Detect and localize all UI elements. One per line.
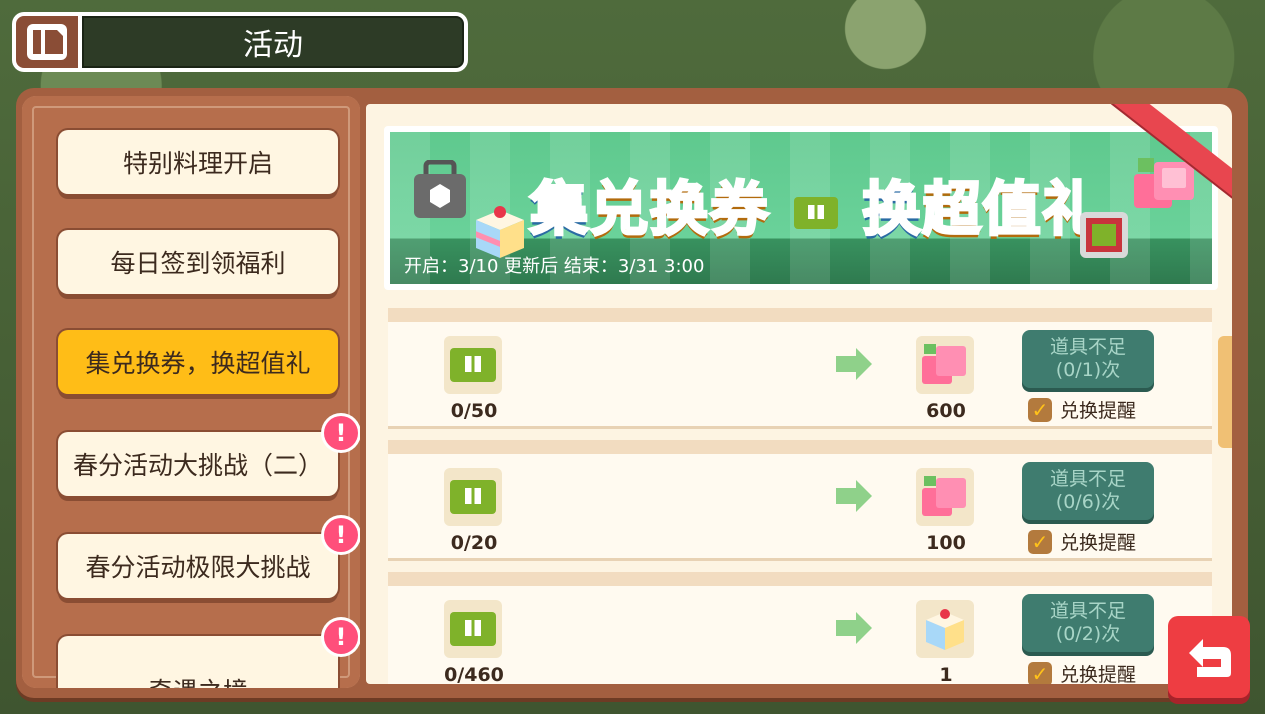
reward-quantity: 600 (926, 400, 966, 422)
page-title: 活动 (82, 16, 464, 68)
banner-title-part: 换 (861, 174, 923, 245)
exchange-row: 0/460 1 道具不足 (0/2)次 ✓ 兑换提醒 (388, 572, 1212, 684)
activity-sidebar[interactable]: 特别料理开启 每日签到领福利 集兑换券，换超值礼 春分活动大挑战（二） ! 春分… (22, 96, 360, 688)
book-icon (27, 24, 67, 60)
rainbow-cake-icon (926, 609, 964, 650)
sidebar-item-label: 春分活动大挑战（二） (72, 451, 323, 480)
remind-toggle[interactable]: ✓ 兑换提醒 (1028, 396, 1136, 423)
pink-cube-icon (922, 476, 966, 516)
exchange-button[interactable]: 道具不足 (0/2)次 (1022, 594, 1154, 652)
reward-tile (916, 468, 974, 526)
checkbox-checked-icon[interactable]: ✓ (1028, 397, 1052, 422)
remind-label: 兑换提醒 (1060, 400, 1137, 422)
coupon-icon (794, 196, 839, 229)
back-button[interactable] (1168, 616, 1250, 698)
sidebar-item-wonderland[interactable]: 奇遇之境 ! (58, 620, 358, 688)
cost-quantity: 0/20 (450, 532, 498, 554)
arrow-icon (836, 348, 872, 380)
coupon-icon (450, 348, 496, 382)
coupon-icon (450, 612, 496, 646)
pink-cube-icon (922, 344, 966, 384)
sidebar-item-label: 每日签到领福利 (110, 249, 286, 278)
coupon-icon (450, 480, 496, 514)
sidebar-item-label: 特别料理开启 (122, 149, 273, 178)
event-date: 开启：3/10 更新后 结束：3/31 3:00 (404, 256, 705, 277)
lock-bag-icon (414, 160, 466, 218)
exchange-button-count: (0/2)次 (1055, 623, 1121, 645)
alert-badge: ! (324, 416, 358, 450)
reward-quantity: 100 (926, 532, 966, 554)
remind-label: 兑换提醒 (1060, 532, 1137, 554)
exchange-button-line: 道具不足 (1049, 600, 1126, 622)
exchange-button-line: 道具不足 (1049, 336, 1126, 358)
alert-badge: ! (324, 620, 358, 654)
menu-button[interactable] (16, 16, 78, 68)
exchange-row: 0/20 100 道具不足 (0/6)次 ✓ 兑换提醒 (388, 440, 1212, 558)
sidebar-item-label: 集兑换券，换超值礼 (85, 349, 311, 378)
banner-title-part: 超值礼 (921, 174, 1103, 245)
gift-box-icon (1080, 212, 1128, 258)
alert-badge: ! (324, 518, 358, 552)
sidebar-item-spring-challenge-2[interactable]: 春分活动大挑战（二） ! (58, 416, 358, 496)
content-panel[interactable]: 集兑换券 换超值礼 开启：3/10 更新后 结束：3/31 3:00 0/50 … (366, 104, 1232, 684)
reward-tile (916, 600, 974, 658)
title-bar: 活动 (12, 12, 468, 72)
cost-tile (444, 468, 502, 526)
sidebar-item-special-cooking[interactable]: 特别料理开启 (58, 130, 338, 194)
banner-title: 集兑换券 换超值礼 (528, 162, 1103, 246)
exchange-button-line: 道具不足 (1049, 468, 1126, 490)
remind-label: 兑换提醒 (1060, 664, 1137, 684)
exchange-row: 0/50 600 道具不足 (0/1)次 ✓ 兑换提醒 (388, 308, 1212, 426)
reward-tile (916, 336, 974, 394)
checkbox-checked-icon[interactable]: ✓ (1028, 529, 1052, 554)
scrollbar-handle[interactable] (1218, 336, 1232, 448)
sidebar-item-daily-checkin[interactable]: 每日签到领福利 (58, 230, 338, 294)
arrow-icon (836, 612, 872, 644)
event-banner: 集兑换券 换超值礼 开启：3/10 更新后 结束：3/31 3:00 (384, 126, 1218, 290)
checkbox-checked-icon[interactable]: ✓ (1028, 661, 1052, 684)
remind-toggle[interactable]: ✓ 兑换提醒 (1028, 528, 1136, 555)
sidebar-item-coupon-exchange[interactable]: 集兑换券，换超值礼 (58, 330, 338, 394)
sidebar-item-label: 春分活动极限大挑战 (85, 553, 311, 582)
arrow-icon (836, 480, 872, 512)
cost-quantity: 0/460 (444, 664, 504, 684)
exchange-button-count: (0/1)次 (1055, 359, 1121, 381)
cost-tile (444, 336, 502, 394)
remind-toggle[interactable]: ✓ 兑换提醒 (1028, 660, 1136, 684)
banner-title-part: 兑换券 (589, 174, 771, 245)
cost-quantity: 0/50 (450, 400, 498, 422)
reward-quantity: 1 (939, 664, 953, 684)
exchange-button-count: (0/6)次 (1055, 491, 1121, 513)
sidebar-item-label: 奇遇之境 (148, 672, 248, 688)
cost-tile (444, 600, 502, 658)
banner-title-part: 集 (528, 174, 591, 245)
sidebar-item-spring-extreme-challenge[interactable]: 春分活动极限大挑战 ! (58, 518, 358, 598)
return-arrow-icon (1189, 639, 1231, 677)
exchange-button[interactable]: 道具不足 (0/6)次 (1022, 462, 1154, 520)
exchange-button[interactable]: 道具不足 (0/1)次 (1022, 330, 1154, 388)
